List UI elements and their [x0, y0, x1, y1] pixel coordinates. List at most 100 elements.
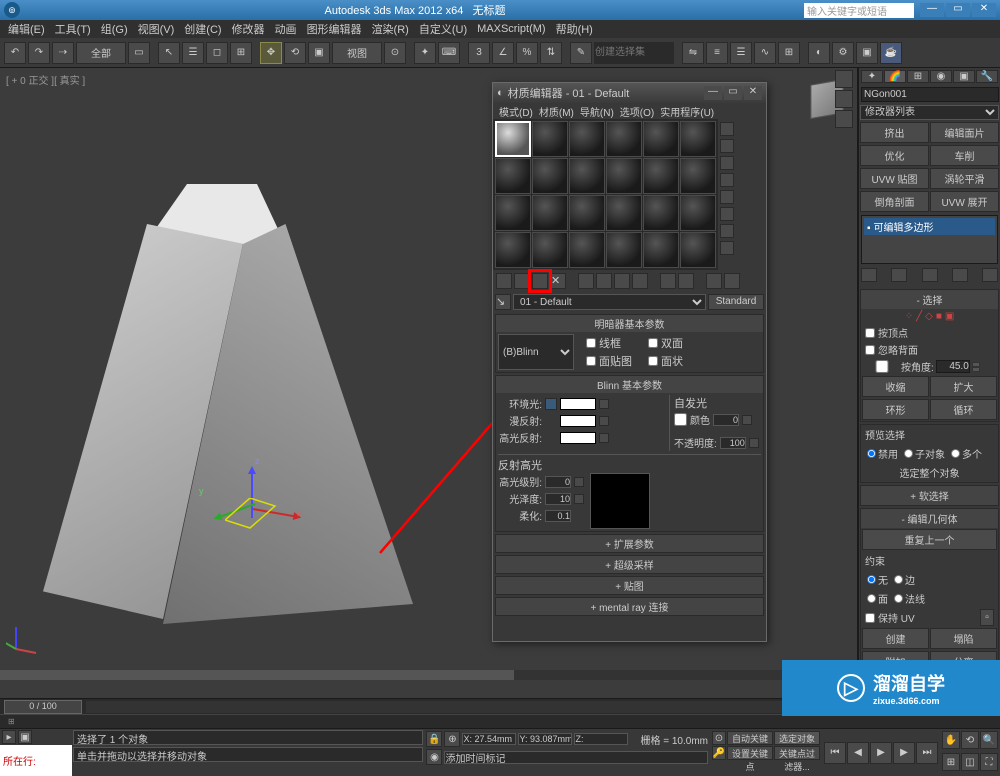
constraint-none-radio[interactable] [867, 575, 876, 584]
menu-group[interactable]: 组(G) [97, 21, 132, 37]
viewcube-compass-icon[interactable] [835, 110, 853, 128]
matdlg-close-button[interactable]: ✕ [744, 86, 762, 100]
preview-disable-radio[interactable] [867, 449, 876, 458]
zoom-all-icon[interactable]: ⊞ [942, 753, 960, 771]
material-slot-11[interactable] [643, 158, 679, 194]
modifier-list-dropdown[interactable]: 修改器列表 [860, 105, 999, 120]
assign-material-icon[interactable] [532, 273, 548, 289]
configure-sets-icon[interactable] [982, 268, 998, 282]
material-slot-1[interactable] [495, 121, 531, 157]
matdlg-minimize-button[interactable]: — [704, 86, 722, 100]
selfillum-color-checkbox[interactable] [674, 413, 687, 426]
remove-modifier-icon[interactable] [952, 268, 968, 282]
wire-checkbox[interactable] [586, 338, 596, 348]
selected-mode-button[interactable]: 选定对象 [774, 731, 820, 745]
material-slot-23[interactable] [643, 232, 679, 268]
spec-level-spinner[interactable] [545, 476, 571, 488]
mirror-icon[interactable]: ⇋ [682, 42, 704, 64]
make-copy-icon[interactable] [578, 273, 594, 289]
blinn-params-header[interactable]: Blinn 基本参数 [496, 376, 763, 393]
loop-button[interactable]: 循环 [930, 399, 997, 420]
make-preview-icon[interactable] [720, 207, 734, 221]
matdlg-maximize-button[interactable]: ▭ [724, 86, 742, 100]
editgeom-rollout-header[interactable]: - 编辑几何体 [861, 509, 998, 528]
material-slot-19[interactable] [495, 232, 531, 268]
softsel-rollout-header[interactable]: + 软选择 [861, 486, 998, 505]
collapse-button[interactable]: 塌陷 [930, 628, 997, 649]
preview-subobj-radio[interactable] [904, 449, 913, 458]
goto-end-icon[interactable]: ⏭ [916, 742, 938, 764]
material-slot-24[interactable] [680, 232, 716, 268]
pin-stack-icon[interactable] [861, 268, 877, 282]
window-crossing-icon[interactable]: ⊞ [230, 42, 252, 64]
show-end-result-icon[interactable] [891, 268, 907, 282]
constraint-face-radio[interactable] [867, 594, 876, 603]
show-map-icon[interactable] [660, 273, 676, 289]
by-vertex-checkbox[interactable] [865, 328, 875, 338]
maps-header[interactable]: + 贴图 [496, 577, 763, 594]
pick-material-icon[interactable]: ↘ [495, 294, 511, 310]
menu-create[interactable]: 创建(C) [180, 21, 225, 37]
vertex-subobj-icon[interactable]: ⁘ [905, 311, 913, 322]
material-slot-16[interactable] [606, 195, 642, 231]
make-unique-mat-icon[interactable] [596, 273, 612, 289]
y-coord-input[interactable] [518, 733, 572, 745]
facemap-checkbox[interactable] [586, 356, 596, 366]
add-time-tag-input[interactable] [444, 751, 708, 764]
selfillum-spinner[interactable] [713, 414, 739, 426]
trackbar-toggle-icon[interactable]: ⊞ [8, 717, 15, 726]
viewport-label[interactable]: [ + 0 正交 ][ 真实 ] [6, 72, 85, 87]
diffuse-color-swatch[interactable] [560, 415, 596, 427]
facet-checkbox[interactable] [648, 356, 658, 366]
set-key-icon[interactable]: ⊙ [712, 731, 726, 745]
arc-rotate-icon[interactable]: ⟲ [961, 731, 979, 749]
render-icon[interactable]: ☕ [880, 42, 902, 64]
spinner-snap-icon[interactable]: ⇅ [540, 42, 562, 64]
soften-spinner[interactable] [545, 510, 571, 522]
maximize-button[interactable]: ▭ [946, 3, 970, 17]
preserve-uv-settings-button[interactable]: ▫ [980, 609, 994, 626]
gloss-map-button[interactable] [574, 494, 584, 504]
manipulate-icon[interactable]: ✦ [414, 42, 436, 64]
material-type-button[interactable]: Standard [708, 294, 764, 310]
selection-rollout-header[interactable]: - 选择 [861, 290, 998, 309]
time-slider-thumb[interactable]: 0 / 100 [4, 700, 82, 714]
shrink-button[interactable]: 收缩 [862, 376, 929, 397]
material-slot-5[interactable] [643, 121, 679, 157]
supersampling-header[interactable]: + 超级采样 [496, 556, 763, 573]
material-editor-icon[interactable]: ◐ [808, 42, 830, 64]
material-slot-10[interactable] [606, 158, 642, 194]
material-slot-3[interactable] [569, 121, 605, 157]
create-tab-icon[interactable]: ✦ [861, 70, 883, 83]
curve-editor-icon[interactable]: ∿ [754, 42, 776, 64]
undo-icon[interactable]: ↶ [4, 42, 26, 64]
matdlg-menu-modes[interactable]: 模式(D) [497, 104, 535, 119]
border-subobj-icon[interactable]: ◇ [925, 311, 933, 322]
opacity-map-button[interactable] [749, 438, 759, 448]
display-tab-icon[interactable]: ▣ [953, 70, 975, 83]
menu-help[interactable]: 帮助(H) [552, 21, 597, 37]
material-slot-12[interactable] [680, 158, 716, 194]
grow-button[interactable]: 扩大 [930, 376, 997, 397]
link-icon[interactable]: ⇢ [52, 42, 74, 64]
motion-tab-icon[interactable]: ◉ [930, 70, 952, 83]
shader-dropdown[interactable]: (B)Blinn [498, 334, 574, 370]
auto-key-button[interactable]: 自动关键点 [727, 731, 773, 745]
extended-params-header[interactable]: + 扩展参数 [496, 535, 763, 552]
matdlg-menu-material[interactable]: 材质(M) [537, 104, 576, 119]
set-key-button[interactable]: 设置关键点 [727, 746, 773, 760]
close-button[interactable]: ✕ [972, 3, 996, 17]
polygon-subobj-icon[interactable]: ■ [936, 311, 942, 322]
shader-params-header[interactable]: 明暗器基本参数 [496, 315, 763, 332]
modify-tab-icon[interactable]: 🌈 [884, 70, 906, 83]
ambient-color-swatch[interactable] [560, 398, 596, 410]
material-slot-7[interactable] [495, 158, 531, 194]
mentalray-header[interactable]: + mental ray 连接 [496, 598, 763, 615]
menu-modifiers[interactable]: 修改器 [228, 21, 269, 37]
refcoord-dropdown[interactable]: 视图 [332, 42, 382, 64]
create-button[interactable]: 创建 [862, 628, 929, 649]
repeat-last-button[interactable]: 重复上一个 [862, 529, 997, 550]
select-name-icon[interactable]: ☰ [182, 42, 204, 64]
preview-multi-radio[interactable] [951, 449, 960, 458]
reset-material-icon[interactable]: ✕ [550, 273, 566, 289]
